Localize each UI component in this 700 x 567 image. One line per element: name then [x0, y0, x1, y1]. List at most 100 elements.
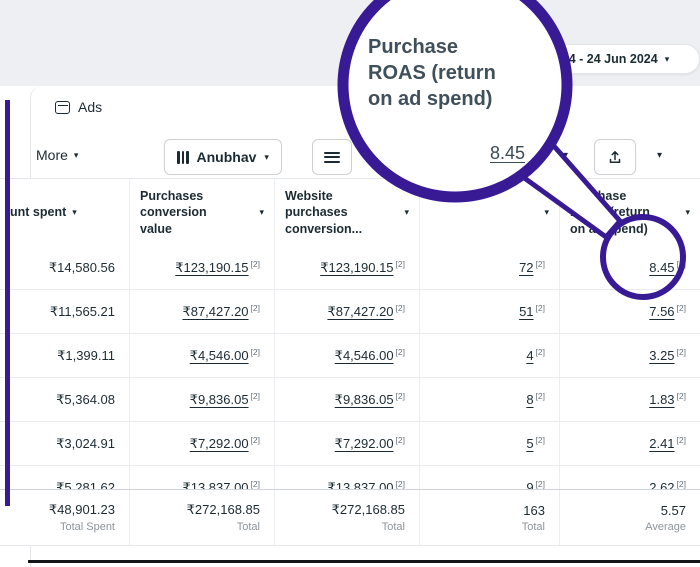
website-value-cell: ₹87,427.20[2]: [275, 290, 420, 333]
table-row[interactable]: ₹5,281.62 ₹13,837.00[2] ₹13,837.00[2] 9[…: [0, 466, 700, 489]
column-header-amount-spent[interactable]: unt spent ▾: [0, 179, 130, 246]
purchases-value-cell: ₹4,546.00[2]: [130, 334, 275, 377]
purchases-count-cell: 9[2]: [420, 466, 560, 489]
date-range-picker[interactable]: 4 - 24 Jun 2024 ▾: [538, 44, 700, 74]
more-button[interactable]: More ▾: [36, 147, 78, 163]
chevron-down-icon: ▾: [681, 208, 690, 217]
amount-spent-cell: ₹3,024.91: [0, 422, 130, 465]
metric-value-link[interactable]: 2.62: [649, 480, 674, 489]
table-row[interactable]: ₹3,024.91 ₹7,292.00[2] ₹7,292.00[2] 5[2]…: [0, 422, 700, 466]
metric-value-link[interactable]: 72: [519, 260, 533, 275]
metric-value-link[interactable]: 4: [526, 348, 533, 363]
footnote: [2]: [677, 259, 686, 269]
footnote: [2]: [396, 391, 405, 401]
footnote: [2]: [677, 303, 686, 313]
total-purchases-count-cell: 163 Total: [420, 490, 560, 545]
breakdown-button[interactable]: [312, 139, 352, 175]
purchases-value-cell: ₹123,190.15[2]: [130, 246, 275, 289]
table-row[interactable]: ₹1,399.11 ₹4,546.00[2] ₹4,546.00[2] 4[2]…: [0, 334, 700, 378]
roas-cell: 2.41[2]: [560, 422, 700, 465]
metric-value-link[interactable]: 1.83: [649, 392, 674, 407]
metric-value-link[interactable]: ₹13,837.00: [182, 480, 248, 490]
table-body: ₹14,580.56 ₹123,190.15[2] ₹123,190.15[2]…: [0, 246, 700, 489]
metric-value-link[interactable]: ₹13,837.00: [327, 480, 393, 490]
export-button[interactable]: [594, 139, 636, 175]
footnote: [2]: [536, 435, 545, 445]
table-row[interactable]: ₹14,580.56 ₹123,190.15[2] ₹123,190.15[2]…: [0, 246, 700, 290]
total-website-value-cell: ₹272,168.85 Total: [275, 490, 420, 545]
footnote: [2]: [396, 435, 405, 445]
tab-ads[interactable]: Ads: [55, 99, 102, 115]
roas-cell: 1.83[2]: [560, 378, 700, 421]
footnote: [2]: [251, 347, 260, 357]
website-value-cell: ₹13,837.00[2]: [275, 466, 420, 489]
metric-value-link[interactable]: ₹9,836.05: [190, 392, 249, 408]
footnote: [2]: [396, 259, 405, 269]
column-header-purchases[interactable]: ▾: [420, 179, 560, 246]
metric-value-link[interactable]: ₹123,190.15: [175, 260, 248, 276]
metric-value-link[interactable]: 9: [526, 480, 533, 489]
average-roas-cell: 5.57 Average: [560, 490, 700, 545]
footnote: [2]: [396, 479, 405, 489]
metric-value-link[interactable]: 5: [526, 436, 533, 451]
chevron-down-icon: ▾: [665, 55, 670, 64]
website-value-cell: ₹9,836.05[2]: [275, 378, 420, 421]
column-label: unt spent: [10, 204, 66, 220]
metric-value-link[interactable]: 8.45: [649, 260, 674, 275]
chevron-down-icon: ▾: [400, 208, 409, 217]
metric-value-link[interactable]: ₹7,292.00: [335, 436, 394, 452]
metric-value-link[interactable]: 51: [519, 304, 533, 319]
roas-cell: 2.62[2]: [560, 466, 700, 489]
metric-value-link[interactable]: ₹9,836.05: [335, 392, 394, 408]
footnote: [2]: [251, 303, 260, 313]
footnote: [2]: [536, 347, 545, 357]
date-range-label: 4 - 24 Jun 2024: [569, 52, 658, 66]
footnote: [2]: [251, 391, 260, 401]
footnote: [2]: [536, 391, 545, 401]
columns-icon: [177, 151, 189, 164]
metric-value-link[interactable]: ₹123,190.15: [320, 260, 393, 276]
column-label: Website purchases conversion...: [285, 188, 385, 237]
metric-value-link[interactable]: ₹7,292.00: [190, 436, 249, 452]
ads-manager-screen: 4 - 24 Jun 2024 ▾ Ads More ▾ Anubhav ▾ ▾…: [0, 0, 700, 567]
chevron-down-icon: ▾: [255, 208, 264, 217]
footnote: [2]: [536, 259, 545, 269]
roas-cell: 3.25[2]: [560, 334, 700, 377]
amount-spent-cell: ₹14,580.56: [0, 246, 130, 289]
total-spent-cell: ₹48,901.23 Total Spent: [0, 490, 130, 545]
footnote: [2]: [536, 303, 545, 313]
metric-value-link[interactable]: 7.56: [649, 304, 674, 319]
amount-spent-cell: ₹5,364.08: [0, 378, 130, 421]
metric-value-link[interactable]: 2.41: [649, 436, 674, 451]
website-value-cell: ₹7,292.00[2]: [275, 422, 420, 465]
annotation-left-bar: [5, 100, 10, 506]
table-row[interactable]: ₹11,565.21 ₹87,427.20[2] ₹87,427.20[2] 5…: [0, 290, 700, 334]
footnote: [2]: [396, 303, 405, 313]
total-purchases-value-cell: ₹272,168.85 Total: [130, 490, 275, 545]
footnote: [2]: [677, 391, 686, 401]
metric-value-link[interactable]: ₹4,546.00: [190, 348, 249, 364]
footnote: [2]: [536, 479, 545, 489]
metric-value-link[interactable]: ₹87,427.20: [327, 304, 393, 320]
footnote: [2]: [677, 479, 686, 489]
purchases-value-cell: ₹87,427.20[2]: [130, 290, 275, 333]
ads-icon: [55, 101, 70, 114]
metric-value-link[interactable]: 3.25: [649, 348, 674, 363]
chevron-down-icon[interactable]: ▾: [563, 151, 568, 161]
column-header-purchase-roas[interactable]: Purchase ROAS (return on ad spend) ▾: [560, 179, 700, 246]
footnote: [2]: [251, 479, 260, 489]
purchases-value-cell: ₹13,837.00[2]: [130, 466, 275, 489]
amount-spent-cell: ₹11,565.21: [0, 290, 130, 333]
purchases-count-cell: 5[2]: [420, 422, 560, 465]
annotation-bottom-line: [28, 560, 700, 563]
column-header-website-purchases-value[interactable]: Website purchases conversion... ▾: [275, 179, 420, 246]
column-header-purchases-value[interactable]: Purchases conversion value ▾: [130, 179, 275, 246]
columns-label: Anubhav: [197, 149, 257, 165]
table-row[interactable]: ₹5,364.08 ₹9,836.05[2] ₹9,836.05[2] 8[2]…: [0, 378, 700, 422]
metric-value-link[interactable]: ₹87,427.20: [182, 304, 248, 320]
chevron-down-icon[interactable]: ▾: [657, 151, 662, 161]
metric-value-link[interactable]: ₹4,546.00: [335, 348, 394, 364]
website-value-cell: ₹4,546.00[2]: [275, 334, 420, 377]
columns-button[interactable]: Anubhav ▾: [164, 139, 282, 175]
metric-value-link[interactable]: 8: [526, 392, 533, 407]
